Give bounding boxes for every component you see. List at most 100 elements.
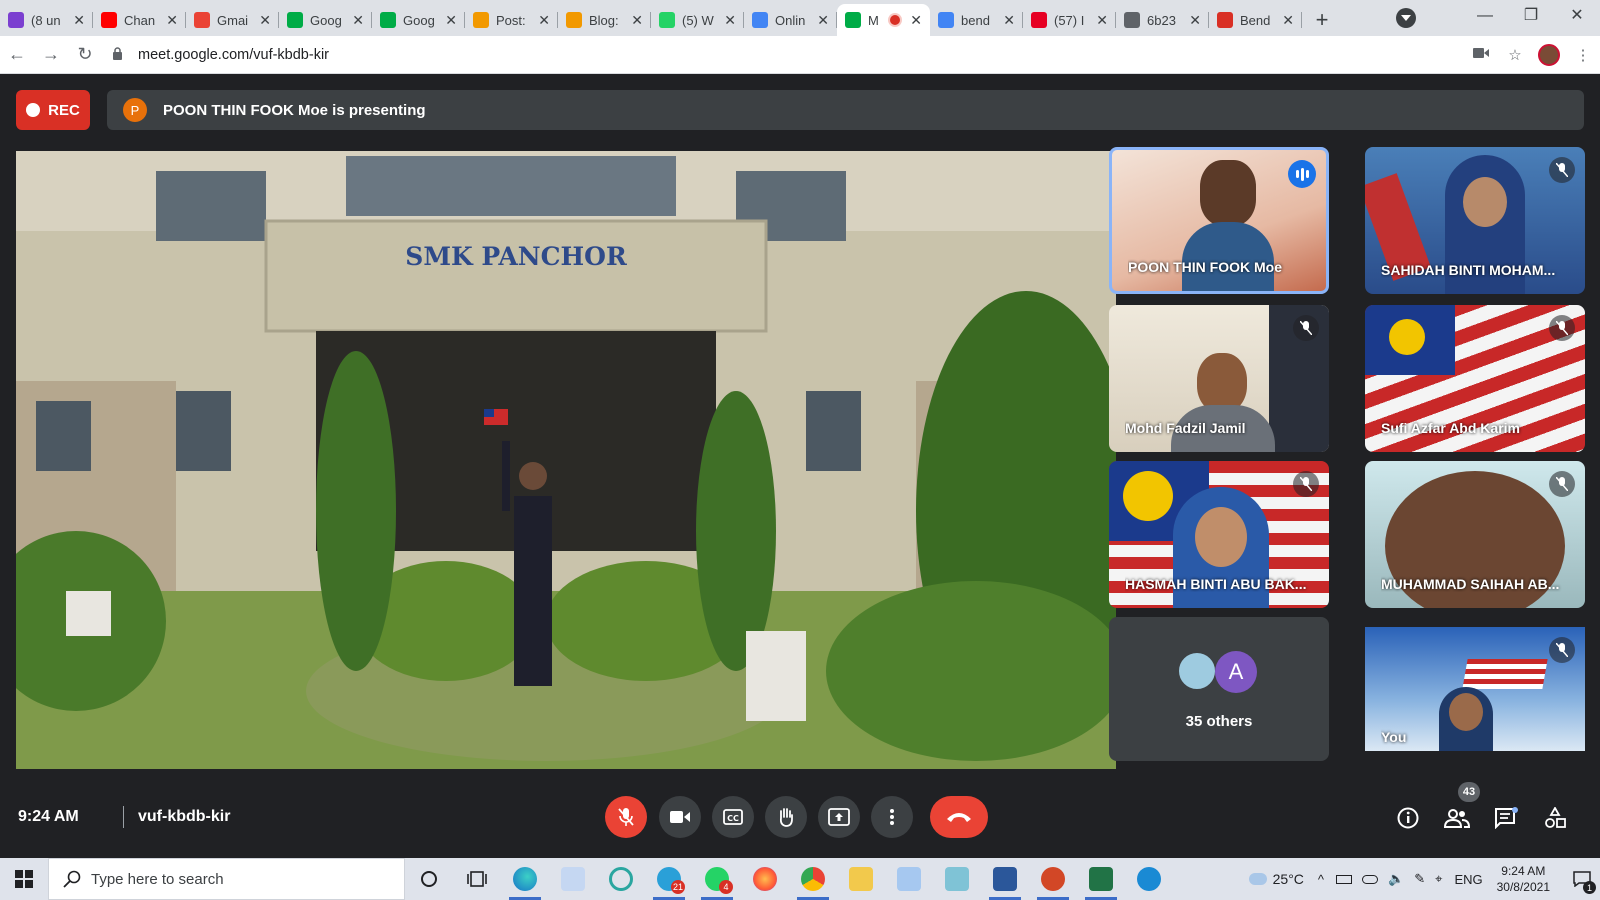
- taskbar-app-word[interactable]: [981, 858, 1029, 900]
- notification-center-button[interactable]: 1: [1564, 858, 1600, 900]
- cortana-button[interactable]: [405, 858, 453, 900]
- browser-tab[interactable]: bend ✕: [930, 4, 1023, 36]
- tab-close-icon[interactable]: ✕: [166, 12, 178, 29]
- participant-tile[interactable]: POON THIN FOOK Moe: [1109, 147, 1329, 294]
- taskbar-app-edge[interactable]: [501, 858, 549, 900]
- taskbar-app-telegram[interactable]: 21: [645, 858, 693, 900]
- language-indicator[interactable]: ENG: [1454, 872, 1482, 887]
- tab-close-icon[interactable]: ✕: [538, 12, 550, 29]
- presentation-stage: SMK PANCHOR: [16, 151, 1116, 769]
- tab-close-icon[interactable]: ✕: [724, 12, 736, 29]
- browser-tab[interactable]: M ✕: [837, 4, 930, 36]
- tab-close-icon[interactable]: ✕: [910, 12, 922, 29]
- tab-close-icon[interactable]: ✕: [1282, 12, 1294, 29]
- browser-tab[interactable]: (8 un ✕: [0, 4, 93, 36]
- browser-tab[interactable]: Blog: ✕: [558, 4, 651, 36]
- close-window-button[interactable]: ✕: [1554, 0, 1600, 32]
- edge-icon: [513, 867, 537, 891]
- weather-icon[interactable]: [1248, 873, 1267, 885]
- taskbar-app-chrome[interactable]: [789, 858, 837, 900]
- self-tile[interactable]: You: [1365, 627, 1585, 751]
- forward-button[interactable]: →: [34, 44, 68, 65]
- present-now-button[interactable]: [818, 796, 860, 838]
- camera-icon[interactable]: [1464, 46, 1498, 63]
- tab-search-button[interactable]: [1396, 8, 1416, 28]
- taskbar-app-whatsapp[interactable]: 4: [693, 858, 741, 900]
- browser-tab[interactable]: Goog ✕: [279, 4, 372, 36]
- browser-tab[interactable]: 6b23 ✕: [1116, 4, 1209, 36]
- chat-button[interactable]: [1488, 800, 1524, 836]
- task-view-button[interactable]: [453, 858, 501, 900]
- participant-tile[interactable]: HASMAH BINTI ABU BAK...: [1109, 461, 1329, 608]
- browser-tab[interactable]: Gmai ✕: [186, 4, 279, 36]
- tab-close-icon[interactable]: ✕: [1096, 12, 1108, 29]
- browser-tab[interactable]: Chan ✕: [93, 4, 186, 36]
- clock[interactable]: 9:24 AM 30/8/2021: [1497, 863, 1550, 895]
- task-view-icon: [467, 871, 487, 887]
- tab-close-icon[interactable]: ✕: [631, 12, 643, 29]
- pen-icon[interactable]: ✎: [1414, 871, 1425, 887]
- taskbar-app-excel[interactable]: [1077, 858, 1125, 900]
- minimize-button[interactable]: —: [1462, 0, 1508, 32]
- taskbar-app-powerpoint[interactable]: [1029, 858, 1077, 900]
- tab-close-icon[interactable]: ✕: [1189, 12, 1201, 29]
- bookmark-star-icon[interactable]: ☆: [1498, 46, 1532, 64]
- back-button[interactable]: ←: [0, 44, 34, 65]
- participant-tile[interactable]: SAHIDAH BINTI MOHAM...: [1365, 147, 1585, 294]
- profile-avatar[interactable]: [1538, 43, 1560, 66]
- onedrive-icon[interactable]: [1362, 874, 1379, 884]
- taskbar-app-help[interactable]: [1125, 858, 1173, 900]
- camera-toggle-button[interactable]: [659, 796, 701, 838]
- participant-tile[interactable]: Mohd Fadzil Jamil: [1109, 305, 1329, 452]
- meeting-details-button[interactable]: [1390, 800, 1426, 836]
- participant-tile[interactable]: MUHAMMAD SAIHAH AB...: [1365, 461, 1585, 608]
- muted-mic-icon: [1549, 157, 1575, 183]
- people-icon: [1444, 809, 1470, 828]
- volume-icon[interactable]: 🔈: [1388, 871, 1404, 887]
- browser-tab[interactable]: (5) W ✕: [651, 4, 744, 36]
- meeting-controls: 9:24 AM vuf-kbdb-kir CC 43: [0, 778, 1600, 858]
- whatsapp-badge: 4: [719, 880, 733, 894]
- maximize-button[interactable]: ❐: [1508, 0, 1554, 32]
- activities-button[interactable]: [1537, 800, 1573, 836]
- more-options-button[interactable]: [871, 796, 913, 838]
- taskbar-app-paint[interactable]: [885, 858, 933, 900]
- taskbar-app-infinity[interactable]: [597, 858, 645, 900]
- microphone-toggle-button[interactable]: [605, 796, 647, 838]
- captions-button[interactable]: CC: [712, 796, 754, 838]
- browser-tab[interactable]: Onlin ✕: [744, 4, 837, 36]
- tab-close-icon[interactable]: ✕: [259, 12, 271, 29]
- browser-tab[interactable]: Post: ✕: [465, 4, 558, 36]
- tab-close-icon[interactable]: ✕: [817, 12, 829, 29]
- start-button[interactable]: [0, 858, 48, 900]
- taskbar-search-box[interactable]: Type here to search: [48, 858, 405, 900]
- temperature[interactable]: 25°C: [1273, 871, 1304, 887]
- taskbar-app-dropbox[interactable]: [549, 858, 597, 900]
- search-icon: [63, 870, 81, 888]
- tab-close-icon[interactable]: ✕: [1003, 12, 1015, 29]
- browser-menu-icon[interactable]: ⋮: [1566, 46, 1600, 64]
- wifi-icon[interactable]: ⌖: [1435, 871, 1442, 887]
- taskbar-app-firefox[interactable]: [741, 858, 789, 900]
- tab-close-icon[interactable]: ✕: [445, 12, 457, 29]
- taskbar-app-notes[interactable]: [933, 858, 981, 900]
- tab-title: Bend: [1240, 12, 1271, 28]
- tab-title: (8 un: [31, 12, 61, 28]
- tab-favicon-icon: [752, 12, 768, 28]
- tab-close-icon[interactable]: ✕: [352, 12, 364, 29]
- show-everyone-button[interactable]: [1439, 800, 1475, 836]
- new-tab-button[interactable]: +: [1302, 4, 1342, 36]
- browser-tab[interactable]: Goog ✕: [372, 4, 465, 36]
- reload-button[interactable]: ↻: [68, 44, 102, 65]
- leave-call-button[interactable]: [930, 796, 988, 838]
- browser-tab[interactable]: (57) I ✕: [1023, 4, 1116, 36]
- url-field[interactable]: meet.google.com/vuf-kbdb-kir: [110, 40, 1464, 70]
- tab-close-icon[interactable]: ✕: [73, 12, 85, 29]
- participant-tile[interactable]: Sufi Azfar Abd Karim: [1365, 305, 1585, 452]
- chevron-up-icon[interactable]: ^: [1318, 872, 1324, 887]
- others-tile[interactable]: A 35 others: [1109, 617, 1329, 761]
- browser-tab[interactable]: Bend ✕: [1209, 4, 1302, 36]
- taskbar-app-file-explorer[interactable]: [837, 858, 885, 900]
- battery-icon[interactable]: [1336, 874, 1353, 884]
- raise-hand-button[interactable]: [765, 796, 807, 838]
